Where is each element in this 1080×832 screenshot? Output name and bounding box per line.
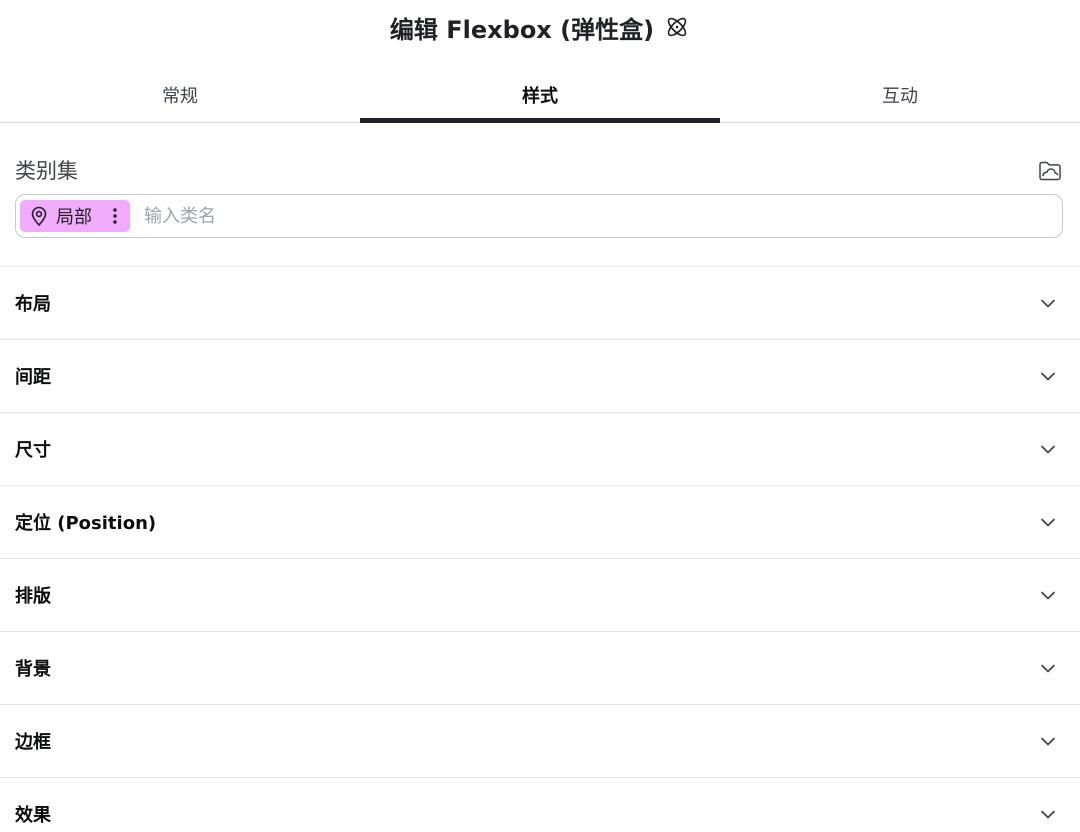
section-label: 间距 [15,367,51,388]
section-label: 布局 [15,294,51,315]
section-label: 边框 [15,732,51,753]
chevron-down-icon [1037,584,1059,606]
location-pin-icon [28,205,50,227]
section-border[interactable]: 边框 [0,704,1080,777]
editor-panel: 编辑 Flexbox (弹性盒) 常规 样式 互动 类别集 局部 输入类名 布局… [0,0,1080,832]
class-selector-header: 类别集 [15,150,1065,190]
chevron-down-icon [1037,803,1059,825]
chip-label: 局部 [56,207,92,228]
section-size[interactable]: 尺寸 [0,412,1080,485]
section-label: 定位 (Position) [15,513,157,534]
class-manager-icon[interactable] [1037,157,1063,183]
chevron-down-icon [1037,657,1059,679]
tab-general[interactable]: 常规 [0,68,360,122]
panel-title: 编辑 Flexbox (弹性盒) [389,15,655,44]
section-spacing[interactable]: 间距 [0,339,1080,412]
section-label: 尺寸 [15,440,51,461]
section-layout[interactable]: 布局 [0,266,1080,339]
chevron-down-icon [1037,365,1059,387]
tab-style[interactable]: 样式 [360,68,720,123]
class-name-input[interactable] [144,205,944,227]
chevron-down-icon [1037,438,1059,460]
tab-interactions[interactable]: 互动 [720,68,1080,122]
tab-label: 常规 [162,86,198,107]
panel-header: 编辑 Flexbox (弹性盒) [0,0,1080,54]
atom-icon[interactable] [664,14,690,40]
chevron-down-icon [1037,292,1059,314]
section-label: 背景 [15,659,51,680]
class-selector-label: 类别集 [15,159,78,183]
style-sections: 布局 间距 尺寸 定位 (Position) 排版 背景 边框 效果 [0,266,1080,832]
section-position[interactable]: 定位 (Position) [0,485,1080,558]
section-background[interactable]: 背景 [0,631,1080,704]
more-options-icon[interactable] [106,205,124,227]
chevron-down-icon [1037,511,1059,533]
local-class-chip[interactable]: 局部 [20,200,130,232]
tab-label: 样式 [522,86,558,107]
section-label: 效果 [15,805,51,826]
tab-bar: 常规 样式 互动 [0,68,1080,123]
class-selector: 类别集 局部 [15,150,1065,238]
class-input-box[interactable]: 局部 [15,194,1063,238]
chevron-down-icon [1037,730,1059,752]
section-label: 排版 [15,586,51,607]
tab-label: 互动 [882,86,918,107]
section-typography[interactable]: 排版 [0,558,1080,631]
section-effects[interactable]: 效果 [0,777,1080,832]
